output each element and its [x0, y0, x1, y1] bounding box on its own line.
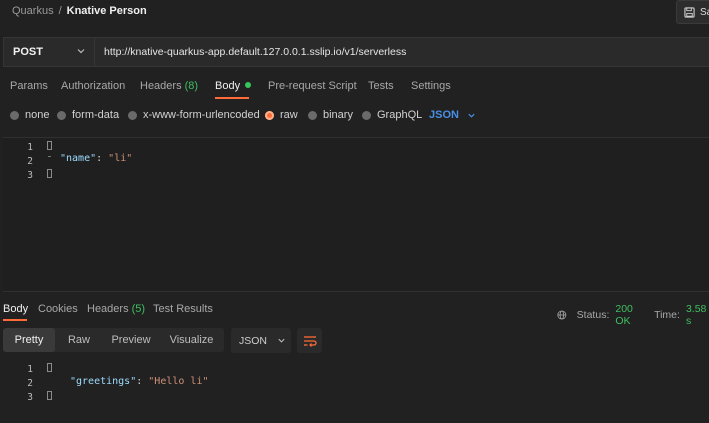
json-colon: :	[96, 153, 109, 164]
tab-settings[interactable]: Settings	[411, 80, 451, 92]
tab-params[interactable]: Params	[10, 80, 48, 92]
radio-circle-selected	[265, 110, 274, 120]
tab-authorization[interactable]: Authorization	[61, 80, 125, 92]
radio-circle	[128, 110, 137, 120]
wrap-lines-icon	[303, 335, 317, 347]
body-language-label: JSON	[429, 109, 459, 121]
response-tab-headers[interactable]: Headers (5)	[87, 303, 145, 315]
status-value[interactable]: 200 OK	[615, 303, 644, 327]
open-brace-glyph	[47, 363, 52, 372]
close-brace-glyph	[47, 169, 52, 178]
radio-label: GraphQL	[377, 109, 423, 121]
wrap-lines-button[interactable]	[297, 328, 322, 353]
globe-icon[interactable]	[557, 309, 567, 321]
response-tab-test-results[interactable]: Test Results	[153, 303, 213, 315]
line-number: 3	[27, 392, 33, 403]
radio-form-data[interactable]: form-data	[57, 109, 119, 121]
line-number: 3	[27, 170, 33, 181]
radio-label: raw	[280, 109, 298, 121]
radio-label: x-www-form-urlencoded	[143, 109, 260, 121]
chevron-down-icon	[77, 49, 85, 54]
line-number: 2	[27, 156, 33, 167]
tab-prerequest-script[interactable]: Pre-request Script	[268, 80, 357, 92]
response-body-line: "greetings": "Hello li"	[70, 376, 209, 387]
json-value: "li"	[108, 153, 133, 164]
close-brace-glyph	[47, 391, 52, 400]
view-visualize-button[interactable]: Visualize	[159, 328, 224, 352]
radio-none[interactable]: none	[10, 109, 49, 121]
tab-body[interactable]: Body	[215, 80, 252, 92]
response-format-label: JSON	[239, 334, 268, 347]
view-raw-button[interactable]: Raw	[55, 328, 103, 352]
radio-circle	[308, 110, 317, 120]
active-response-tab-indicator	[3, 319, 27, 321]
open-brace-glyph	[47, 141, 52, 150]
time-value[interactable]: 3.58 s	[686, 303, 709, 327]
json-key: "name"	[60, 153, 97, 164]
body-language-select[interactable]: JSON	[429, 109, 476, 121]
radio-circle	[57, 110, 66, 120]
save-icon	[684, 6, 695, 18]
tab-tests[interactable]: Tests	[368, 80, 394, 92]
time-label: Time:	[654, 309, 680, 321]
breadcrumb-separator: /	[58, 5, 62, 17]
radio-circle	[10, 110, 19, 120]
radio-label: form-data	[72, 109, 120, 121]
radio-label: binary	[323, 109, 353, 121]
url-input[interactable]: http://knative-quarkus-app.default.127.0…	[94, 37, 709, 67]
json-value: "Hello li"	[148, 376, 209, 387]
method-select[interactable]: POST	[3, 37, 94, 67]
headers-count: (8)	[184, 80, 199, 92]
radio-graphql[interactable]: GraphQL	[362, 109, 422, 121]
breadcrumb: Quarkus / Knative Person	[12, 5, 147, 17]
radio-circle	[362, 110, 371, 120]
breadcrumb-collection[interactable]: Quarkus	[12, 5, 54, 17]
response-tab-cookies[interactable]: Cookies	[38, 303, 78, 315]
line-number: 1	[27, 142, 33, 153]
tab-body-label: Body	[215, 80, 241, 92]
radio-raw[interactable]: raw	[265, 109, 298, 121]
response-meta: Status: 200 OK Time: 3.58 s	[557, 303, 709, 327]
radio-binary[interactable]: binary	[308, 109, 353, 121]
status-label: Status:	[576, 309, 610, 321]
line-number: 1	[27, 364, 33, 375]
request-body-line: "name": "li"	[60, 153, 132, 164]
view-pretty-button[interactable]: Pretty	[3, 328, 55, 352]
response-tab-headers-label: Headers	[87, 303, 129, 315]
save-label: Sa	[700, 6, 709, 18]
save-button[interactable]: Sa	[676, 0, 709, 24]
chevron-down-icon	[278, 338, 285, 343]
response-headers-count: (5)	[131, 303, 146, 315]
method-label: POST	[13, 46, 43, 58]
request-name[interactable]: Knative Person	[67, 5, 147, 17]
line-number: 2	[27, 378, 33, 389]
json-colon: :	[136, 376, 149, 387]
tab-headers[interactable]: Headers (8)	[140, 80, 198, 92]
body-modified-dot	[245, 82, 252, 88]
response-tab-body[interactable]: Body	[3, 303, 28, 315]
json-key: "greetings"	[70, 376, 137, 387]
active-tab-indicator	[215, 97, 249, 99]
tab-headers-label: Headers	[140, 80, 182, 92]
response-view-group: Pretty Raw Preview Visualize	[3, 328, 224, 352]
response-format-select[interactable]: JSON	[231, 328, 291, 353]
chevron-down-icon	[468, 113, 475, 118]
radio-urlencoded[interactable]: x-www-form-urlencoded	[128, 109, 260, 121]
url-text: http://knative-quarkus-app.default.127.0…	[104, 46, 407, 58]
indent-guide	[48, 156, 51, 157]
radio-label: none	[25, 109, 50, 121]
view-preview-button[interactable]: Preview	[103, 328, 159, 352]
